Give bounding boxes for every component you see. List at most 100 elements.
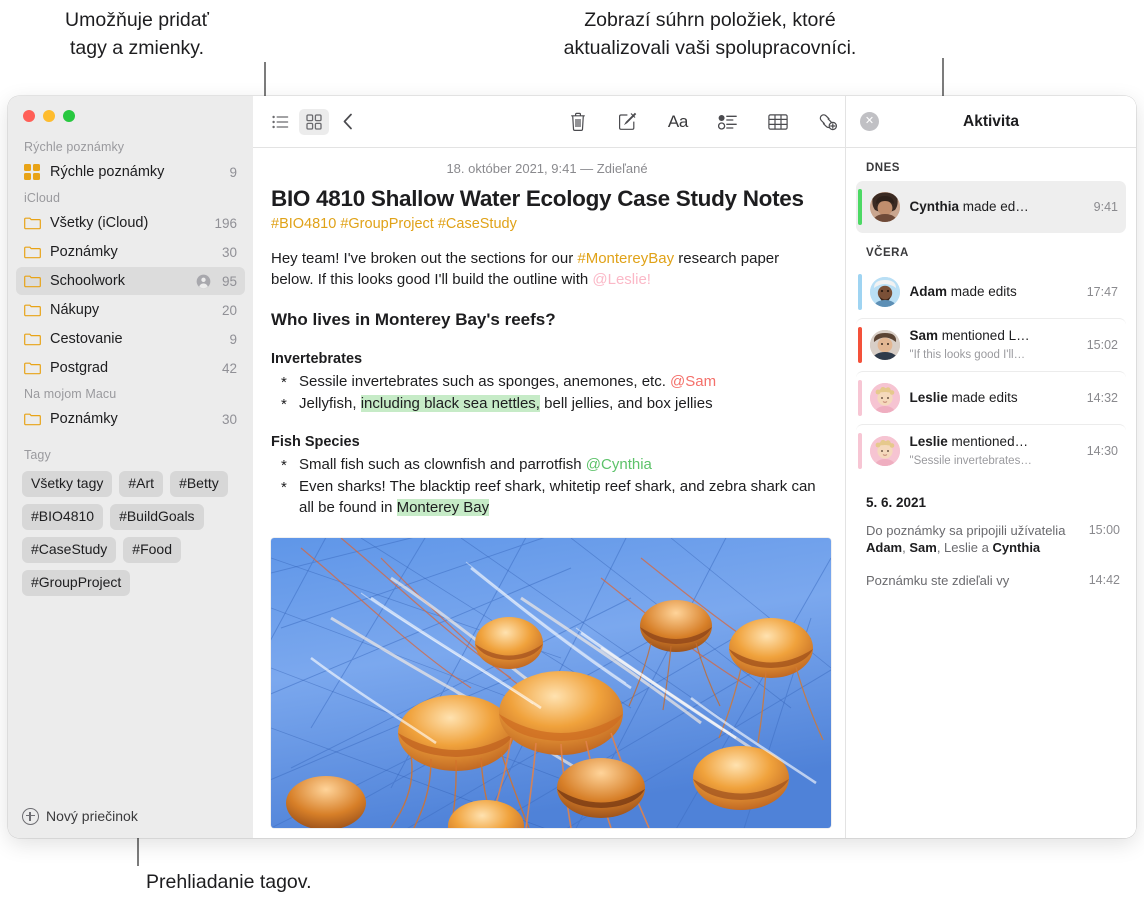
activity-action: made ed… bbox=[959, 199, 1029, 214]
back-chevron-icon[interactable] bbox=[335, 110, 361, 134]
note-bullet-list-fish: Small fish such as clownfish and parrotf… bbox=[271, 454, 823, 518]
tag-chip-art[interactable]: #Art bbox=[119, 471, 164, 497]
plus-circle-icon bbox=[22, 807, 39, 825]
minimize-window-button[interactable] bbox=[43, 110, 55, 122]
sidebar-item-count: 196 bbox=[214, 215, 237, 231]
sidebar-item-cestovanie[interactable]: Cestovanie 9 bbox=[16, 325, 245, 353]
tag-list: Všetky tagy #Art #Betty #BIO4810 #BuildG… bbox=[8, 465, 253, 596]
sidebar-item-count: 30 bbox=[221, 411, 237, 427]
window-controls bbox=[8, 96, 253, 124]
sidebar-item-nakupy[interactable]: Nákupy 20 bbox=[16, 296, 245, 324]
bullet-mention[interactable]: @Sam bbox=[670, 373, 716, 390]
tag-chip-buildgoals[interactable]: #BuildGoals bbox=[110, 504, 204, 530]
sidebar: Rýchle poznámky Rýchle poznámky 9 iCloud… bbox=[8, 96, 253, 838]
activity-item-text: Sam mentioned L… "If this looks good I'l… bbox=[910, 327, 1079, 363]
activity-line-1: Sam mentioned L… bbox=[910, 328, 1030, 343]
sidebar-item-postgrad[interactable]: Postgrad 42 bbox=[16, 354, 245, 382]
activity-panel: ✕ Aktivita DNES Cynthia made ed… 9:41 VČ… bbox=[845, 96, 1136, 838]
table-icon[interactable] bbox=[765, 110, 791, 134]
sidebar-item-count: 30 bbox=[221, 244, 237, 260]
callout-browse-text: Prehliadanie tagov. bbox=[146, 871, 312, 893]
bullet-mention[interactable]: @Cynthia bbox=[586, 456, 652, 473]
note-date: 18. október 2021, 9:41 — Zdieľané bbox=[446, 161, 648, 176]
activity-color-bar bbox=[858, 380, 862, 416]
new-folder-button[interactable]: Nový priečinok bbox=[8, 794, 253, 838]
activity-color-bar bbox=[858, 189, 862, 225]
sidebar-item-vsetky-icloud[interactable]: Všetky (iCloud) 196 bbox=[16, 209, 245, 237]
tag-chip-groupproject[interactable]: #GroupProject bbox=[22, 570, 131, 596]
activity-actor-name: Leslie bbox=[909, 390, 948, 405]
tag-chip-betty[interactable]: #Betty bbox=[170, 471, 228, 497]
activity-actor-name: Leslie bbox=[909, 434, 948, 449]
link-add-icon[interactable] bbox=[815, 110, 841, 134]
activity-item-cynthia[interactable]: Cynthia made ed… 9:41 bbox=[856, 181, 1126, 233]
list-view-icon[interactable] bbox=[267, 110, 293, 134]
close-window-button[interactable] bbox=[23, 110, 35, 122]
checklist-icon[interactable] bbox=[715, 110, 741, 134]
sidebar-item-count: 95 bbox=[221, 273, 237, 289]
sidebar-item-label: Nákupy bbox=[50, 302, 100, 318]
folder-icon bbox=[24, 332, 44, 346]
sidebar-item-schoolwork[interactable]: Schoolwork 95 bbox=[16, 267, 245, 295]
note-bullet-list-invertebrates: Sessile invertebrates such as sponges, a… bbox=[271, 371, 823, 415]
activity-time: 14:32 bbox=[1086, 391, 1118, 405]
note-heading: Who lives in Monterey Bay's reefs? bbox=[271, 310, 556, 329]
activity-item-leslie-mention[interactable]: Leslie mentioned… "Sessile invertebrates… bbox=[856, 424, 1126, 477]
list-item: Even sharks! The blacktip reef shark, wh… bbox=[271, 476, 823, 518]
folder-icon bbox=[24, 216, 44, 230]
activity-older-entry-shared: Poznámku ste zdieľali vy 14:42 bbox=[856, 560, 1126, 593]
sidebar-item-poznamky-icloud[interactable]: Poznámky 30 bbox=[16, 238, 245, 266]
avatar bbox=[869, 383, 900, 413]
zoom-window-button[interactable] bbox=[63, 110, 75, 122]
activity-older-date: 5. 6. 2021 bbox=[866, 495, 927, 510]
activity-actor-name: Cynthia bbox=[909, 199, 960, 214]
activity-item-leslie-edits[interactable]: Leslie made edits 14:32 bbox=[856, 371, 1126, 424]
activity-action: made edits bbox=[947, 284, 1017, 299]
tag-chip-food[interactable]: #Food bbox=[123, 537, 181, 563]
activity-action: mentioned L… bbox=[938, 328, 1030, 343]
shared-folder-icon bbox=[196, 274, 211, 289]
sidebar-section-header: Rýchle poznámky bbox=[24, 140, 125, 154]
list-item: Sessile invertebrates such as sponges, a… bbox=[271, 371, 823, 393]
tag-chip-all[interactable]: Všetky tagy bbox=[22, 471, 113, 497]
activity-older-time: 15:00 bbox=[1088, 523, 1120, 537]
folder-icon bbox=[24, 245, 44, 259]
folder-icon bbox=[24, 274, 44, 288]
activity-item-text: Adam made edits bbox=[910, 283, 1079, 301]
activity-list[interactable]: DNES Cynthia made ed… 9:41 VČERA Adam ma… bbox=[846, 148, 1136, 838]
sidebar-item-label: Postgrad bbox=[50, 360, 109, 376]
sidebar-scroll-area: Rýchle poznámky Rýchle poznámky 9 iCloud… bbox=[8, 124, 253, 794]
intro-mention[interactable]: @Leslie! bbox=[592, 271, 651, 288]
activity-quote: "If this looks good I'll… bbox=[909, 349, 1026, 361]
tag-chip-casestudy[interactable]: #CaseStudy bbox=[22, 537, 117, 563]
activity-group-header-today: DNES bbox=[866, 162, 900, 174]
activity-title: Aktivita bbox=[963, 112, 1019, 130]
activity-item-sam[interactable]: Sam mentioned L… "If this looks good I'l… bbox=[856, 318, 1126, 371]
activity-item-text: Leslie mentioned… "Sessile invertebrates… bbox=[910, 433, 1079, 469]
sidebar-item-label: Schoolwork bbox=[50, 273, 125, 289]
intro-hashtag[interactable]: #MontereyBay bbox=[577, 250, 674, 267]
note-intro-paragraph: Hey team! I've broken out the sections f… bbox=[271, 248, 823, 290]
activity-item-adam[interactable]: Adam made edits 17:47 bbox=[856, 266, 1126, 318]
grid-view-icon[interactable] bbox=[299, 108, 329, 135]
sidebar-item-poznamky-mac[interactable]: Poznámky 30 bbox=[16, 405, 245, 433]
trash-icon[interactable] bbox=[565, 110, 591, 134]
sidebar-item-label: Poznámky bbox=[50, 411, 118, 427]
compose-icon[interactable] bbox=[615, 110, 641, 134]
jellyfish-photo bbox=[271, 538, 831, 828]
sidebar-item-label: Rýchle poznámky bbox=[50, 164, 165, 180]
close-icon[interactable]: ✕ bbox=[860, 112, 879, 131]
sidebar-item-quick-notes[interactable]: Rýchle poznámky 9 bbox=[16, 158, 245, 186]
note-content[interactable]: 18. október 2021, 9:41 — Zdieľané BIO 48… bbox=[253, 148, 845, 838]
tag-chip-bio4810[interactable]: #BIO4810 bbox=[22, 504, 104, 530]
activity-time: 17:47 bbox=[1086, 285, 1118, 299]
older-mid-2: , Leslie a bbox=[936, 540, 993, 555]
activity-older-entry-joined: Do poznámky sa pripojili užívatelia Adam… bbox=[856, 518, 1126, 560]
bullet-highlight: Monterey Bay bbox=[396, 499, 490, 516]
format-text-button[interactable]: Aa bbox=[665, 110, 691, 134]
activity-color-bar bbox=[858, 433, 862, 469]
folder-icon bbox=[24, 361, 44, 375]
folder-icon bbox=[24, 412, 44, 426]
sidebar-item-count: 9 bbox=[229, 331, 237, 347]
folder-icon bbox=[24, 303, 44, 317]
